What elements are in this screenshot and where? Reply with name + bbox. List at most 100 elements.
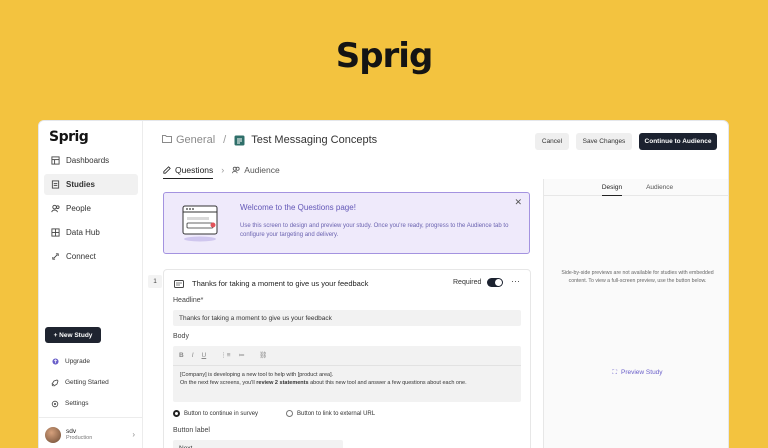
- people-icon: [51, 204, 60, 213]
- user-org: Production: [66, 435, 93, 441]
- study-title: Test Messaging Concepts: [251, 134, 378, 146]
- header: General / Test Messaging Concepts Cancel…: [144, 121, 728, 161]
- studies-icon: [51, 180, 60, 189]
- radio-continue[interactable]: [173, 410, 180, 417]
- sidebar-item-data-hub[interactable]: Data Hub: [44, 222, 138, 243]
- gear-icon: [51, 400, 59, 408]
- connect-icon: [52, 253, 59, 260]
- sidebar-logo[interactable]: Sprig: [49, 129, 89, 145]
- ordered-list-button[interactable]: ⋮≡: [220, 351, 230, 359]
- welcome-title: Welcome to the Questions page!: [240, 203, 356, 212]
- underline-button[interactable]: U: [202, 352, 207, 359]
- button-label-input[interactable]: Next: [173, 440, 343, 448]
- welcome-banner: Welcome to the Questions page! Use this …: [163, 192, 530, 254]
- button-label-label: Button label: [173, 427, 210, 434]
- upgrade-link[interactable]: Upgrade: [51, 351, 109, 372]
- tab-questions-label: Questions: [175, 164, 214, 175]
- getting-started-label: Getting Started: [65, 379, 109, 386]
- headline-label: Headline*: [173, 297, 204, 304]
- edit-icon: [163, 165, 171, 174]
- sidebar-item-connect[interactable]: Connect: [44, 246, 138, 267]
- upgrade-icon: [51, 358, 59, 366]
- body-line-1: [Company] is developing a new tool to he…: [180, 372, 334, 378]
- italic-button[interactable]: I: [192, 352, 194, 359]
- app-window: Sprig Dashboards Studies People Data Hub…: [38, 120, 729, 448]
- radio-external-label: Button to link to external URL: [297, 410, 376, 417]
- message-icon: [174, 280, 184, 288]
- sidebar-item-label: Data Hub: [66, 228, 100, 237]
- brand-logo: Sprig: [335, 36, 434, 76]
- radio-continue-label: Button to continue in survey: [184, 410, 259, 417]
- tab-preview-audience[interactable]: Audience: [646, 179, 673, 196]
- continue-to-audience-button[interactable]: Continue to Audience: [639, 133, 717, 150]
- preview-tabs: Design Audience: [544, 179, 728, 196]
- breadcrumb: General / Test Messaging Concepts: [162, 134, 377, 146]
- body-line-2-bold: review 2 statements: [256, 380, 309, 386]
- headline-input[interactable]: Thanks for taking a moment to give us yo…: [173, 310, 521, 326]
- question-card: Thanks for taking a moment to give us yo…: [163, 269, 531, 448]
- breadcrumb-separator: /: [223, 134, 227, 146]
- upgrade-label: Upgrade: [65, 358, 90, 365]
- breadcrumb-general[interactable]: General: [176, 134, 215, 146]
- tab-audience-label: Audience: [244, 165, 280, 175]
- question-number: 1: [148, 275, 162, 288]
- expand-icon: ⛶: [612, 369, 617, 376]
- browser-illustration-icon: [182, 205, 218, 242]
- body-line-2-post: about this new tool and answer a few que…: [308, 380, 467, 386]
- preview-study-label: Preview Study: [621, 369, 663, 376]
- people-icon: [232, 166, 240, 174]
- question-title: Thanks for taking a moment to give us yo…: [192, 279, 369, 288]
- settings-label: Settings: [65, 400, 89, 407]
- bold-button[interactable]: B: [179, 352, 184, 359]
- radio-external[interactable]: [286, 410, 294, 417]
- link-button[interactable]: ⛓: [259, 351, 267, 359]
- editor-divider: [173, 365, 521, 366]
- sidebar-item-label: Studies: [66, 180, 95, 189]
- dashboard-icon: [51, 156, 60, 165]
- tab-design[interactable]: Design: [601, 179, 623, 196]
- body-text[interactable]: [Company] is developing a new tool to he…: [180, 371, 467, 387]
- sidebar-item-studies[interactable]: Studies: [44, 174, 138, 195]
- user-menu[interactable]: sdv Production ›: [39, 417, 143, 448]
- sidebar-item-label: Dashboards: [66, 156, 110, 165]
- body-editor[interactable]: B I U ⋮≡ ≔ ⛓ [Company] is developing a n…: [173, 346, 521, 402]
- close-icon[interactable]: ✕: [514, 197, 522, 208]
- settings-link[interactable]: Settings: [51, 393, 109, 414]
- folder-icon: [162, 134, 172, 146]
- sidebar-item-people[interactable]: People: [44, 198, 138, 219]
- preview-note: Side-by-side previews are not available …: [561, 270, 714, 284]
- cancel-button[interactable]: Cancel: [535, 133, 569, 150]
- sidebar-nav: Dashboards Studies People Data Hub Conne…: [44, 150, 138, 270]
- body-line-2: On the next few screens, you'll review 2…: [180, 379, 467, 387]
- questions-editor: Welcome to the Questions page! Use this …: [144, 179, 543, 448]
- preview-panel: Design Audience Side-by-side previews ar…: [543, 179, 728, 448]
- user-name: sdv: [66, 428, 77, 435]
- study-icon: [234, 135, 245, 146]
- tab-audience[interactable]: Audience: [232, 161, 280, 179]
- rocket-icon: [51, 379, 59, 387]
- body-label: Body: [173, 333, 189, 340]
- more-options-icon[interactable]: ···: [511, 276, 520, 286]
- sidebar-item-dashboards[interactable]: Dashboards: [44, 150, 138, 171]
- preview-study-button[interactable]: ⛶ Preview Study: [544, 369, 728, 377]
- new-study-button[interactable]: + New Study: [45, 327, 101, 343]
- chevron-right-icon: ›: [132, 430, 135, 439]
- required-toggle[interactable]: [487, 278, 503, 287]
- body-line-2-pre: On the next few screens, you'll: [180, 380, 257, 386]
- sidebar-item-label: Connect: [66, 252, 96, 261]
- bullet-list-button[interactable]: ≔: [239, 351, 246, 359]
- sidebar-links: Upgrade Getting Started Settings: [51, 351, 109, 414]
- button-type-options: Button to continue in survey Button to l…: [173, 410, 375, 417]
- editor-toolbar: B I U ⋮≡ ≔ ⛓: [179, 351, 275, 360]
- save-changes-button[interactable]: Save Changes: [576, 133, 632, 150]
- welcome-body: Use this screen to design and preview yo…: [240, 223, 509, 238]
- getting-started-link[interactable]: Getting Started: [51, 372, 109, 393]
- data-hub-icon: [51, 228, 60, 237]
- sidebar: Sprig Dashboards Studies People Data Hub…: [39, 121, 143, 448]
- tab-questions[interactable]: Questions: [163, 161, 214, 179]
- required-label: Required: [453, 279, 482, 286]
- study-tabs: Questions › Audience: [163, 161, 543, 179]
- chevron-right-icon: ›: [221, 165, 225, 175]
- user-info: sdv Production: [66, 428, 92, 441]
- avatar: [45, 426, 61, 443]
